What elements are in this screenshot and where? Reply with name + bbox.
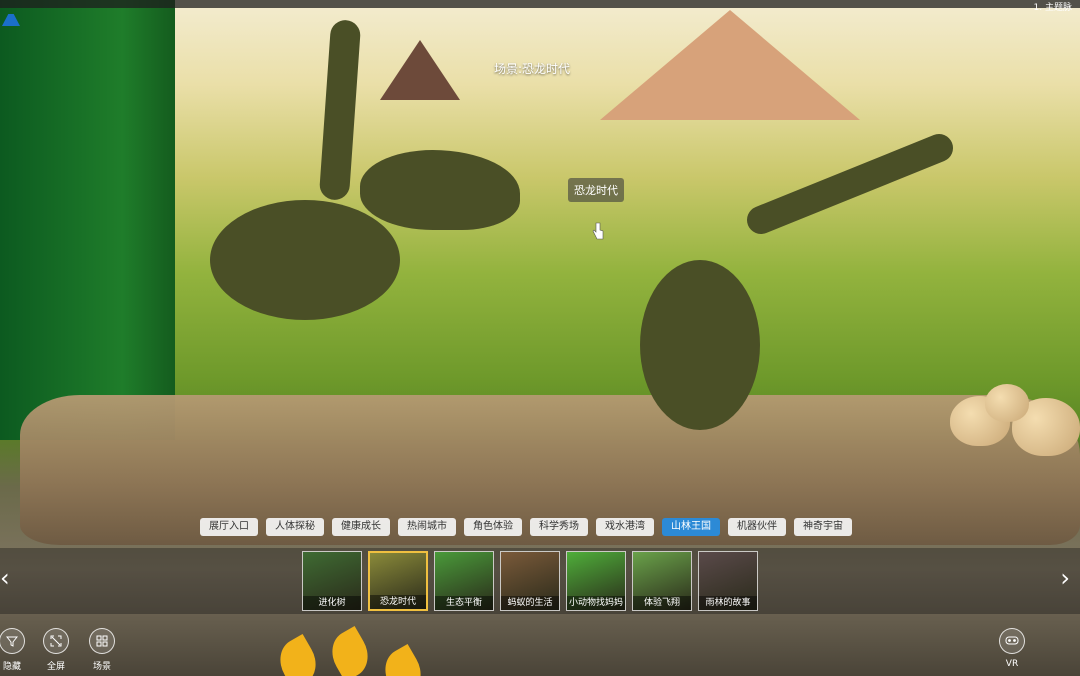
top-bar — [0, 0, 1080, 8]
tab-3[interactable]: 热闹城市 — [398, 518, 456, 536]
fullscreen-label: 全屏 — [46, 662, 65, 672]
scenes-label: 场景 — [92, 662, 111, 672]
tab-7[interactable]: 山林王国 — [662, 518, 720, 536]
scene-thumbnail[interactable]: 体验飞翔 — [632, 551, 692, 611]
tab-2[interactable]: 健康成长 — [332, 518, 390, 536]
tab-0[interactable]: 展厅入口 — [200, 518, 258, 536]
scene-title-prefix: 场景: — [494, 62, 523, 76]
chevron-left-icon[interactable]: ‹ — [0, 566, 10, 590]
scene-thumbnail[interactable]: 进化树 — [302, 551, 362, 611]
tab-4[interactable]: 角色体验 — [464, 518, 522, 536]
funnel-icon — [0, 628, 25, 654]
vr-goggles-icon — [999, 628, 1025, 654]
brand-logo — [2, 14, 24, 26]
scene-thumbnail[interactable]: 蚂蚁的生活 — [500, 551, 560, 611]
scene-thumbnails: 进化树 恐龙时代 生态平衡 蚂蚁的生活 小动物找妈妈 体验飞翔 雨林的故事 — [302, 551, 758, 611]
scene-thumbnail[interactable]: 雨林的故事 — [698, 551, 758, 611]
vr-button[interactable]: VR — [992, 628, 1032, 669]
grid-icon — [89, 628, 115, 654]
tab-1[interactable]: 人体探秘 — [266, 518, 324, 536]
thumbnail-caption: 体验飞翔 — [633, 596, 691, 610]
thumbnail-caption: 雨林的故事 — [699, 596, 757, 610]
hand-pointer-icon — [592, 222, 604, 240]
tab-8[interactable]: 机器伙伴 — [728, 518, 786, 536]
thumbnail-caption: 恐龙时代 — [370, 595, 426, 609]
scene-thumbnail[interactable]: 生态平衡 — [434, 551, 494, 611]
chevron-right-icon[interactable]: › — [1060, 566, 1070, 590]
tab-5[interactable]: 科学秀场 — [530, 518, 588, 536]
hide-label: 隐藏 — [2, 662, 21, 672]
thumbnail-caption: 小动物找妈妈 — [567, 596, 625, 610]
thumbnail-caption: 进化树 — [303, 596, 361, 610]
scene-title-name: 恐龙时代 — [522, 62, 571, 76]
category-tabs: 展厅入口 人体探秘 健康成长 热闹城市 角色体验 科学秀场 戏水港湾 山林王国 机器伙伴 神奇宇宙 — [200, 518, 852, 536]
thumbnail-caption: 蚂蚁的生活 — [501, 596, 559, 610]
scene-title: 场景:恐龙时代 — [494, 60, 570, 77]
scene-menu[interactable]: 1. 主题脉 — [1034, 0, 1072, 13]
tab-9[interactable]: 神奇宇宙 — [794, 518, 852, 536]
scene-hotspot[interactable]: 恐龙时代 — [568, 178, 624, 202]
scene-thumbnail[interactable]: 小动物找妈妈 — [566, 551, 626, 611]
hide-button[interactable]: 隐藏 — [0, 628, 32, 672]
fullscreen-button[interactable]: 全屏 — [36, 628, 76, 672]
tab-6[interactable]: 戏水港湾 — [596, 518, 654, 536]
scene-thumbnail[interactable]: 恐龙时代 — [368, 551, 428, 611]
scenes-button[interactable]: 场景 — [82, 628, 122, 672]
expand-icon — [43, 628, 69, 654]
vr-label: VR — [1005, 659, 1019, 669]
thumbnail-caption: 生态平衡 — [435, 596, 493, 610]
logo-icon — [2, 14, 20, 26]
